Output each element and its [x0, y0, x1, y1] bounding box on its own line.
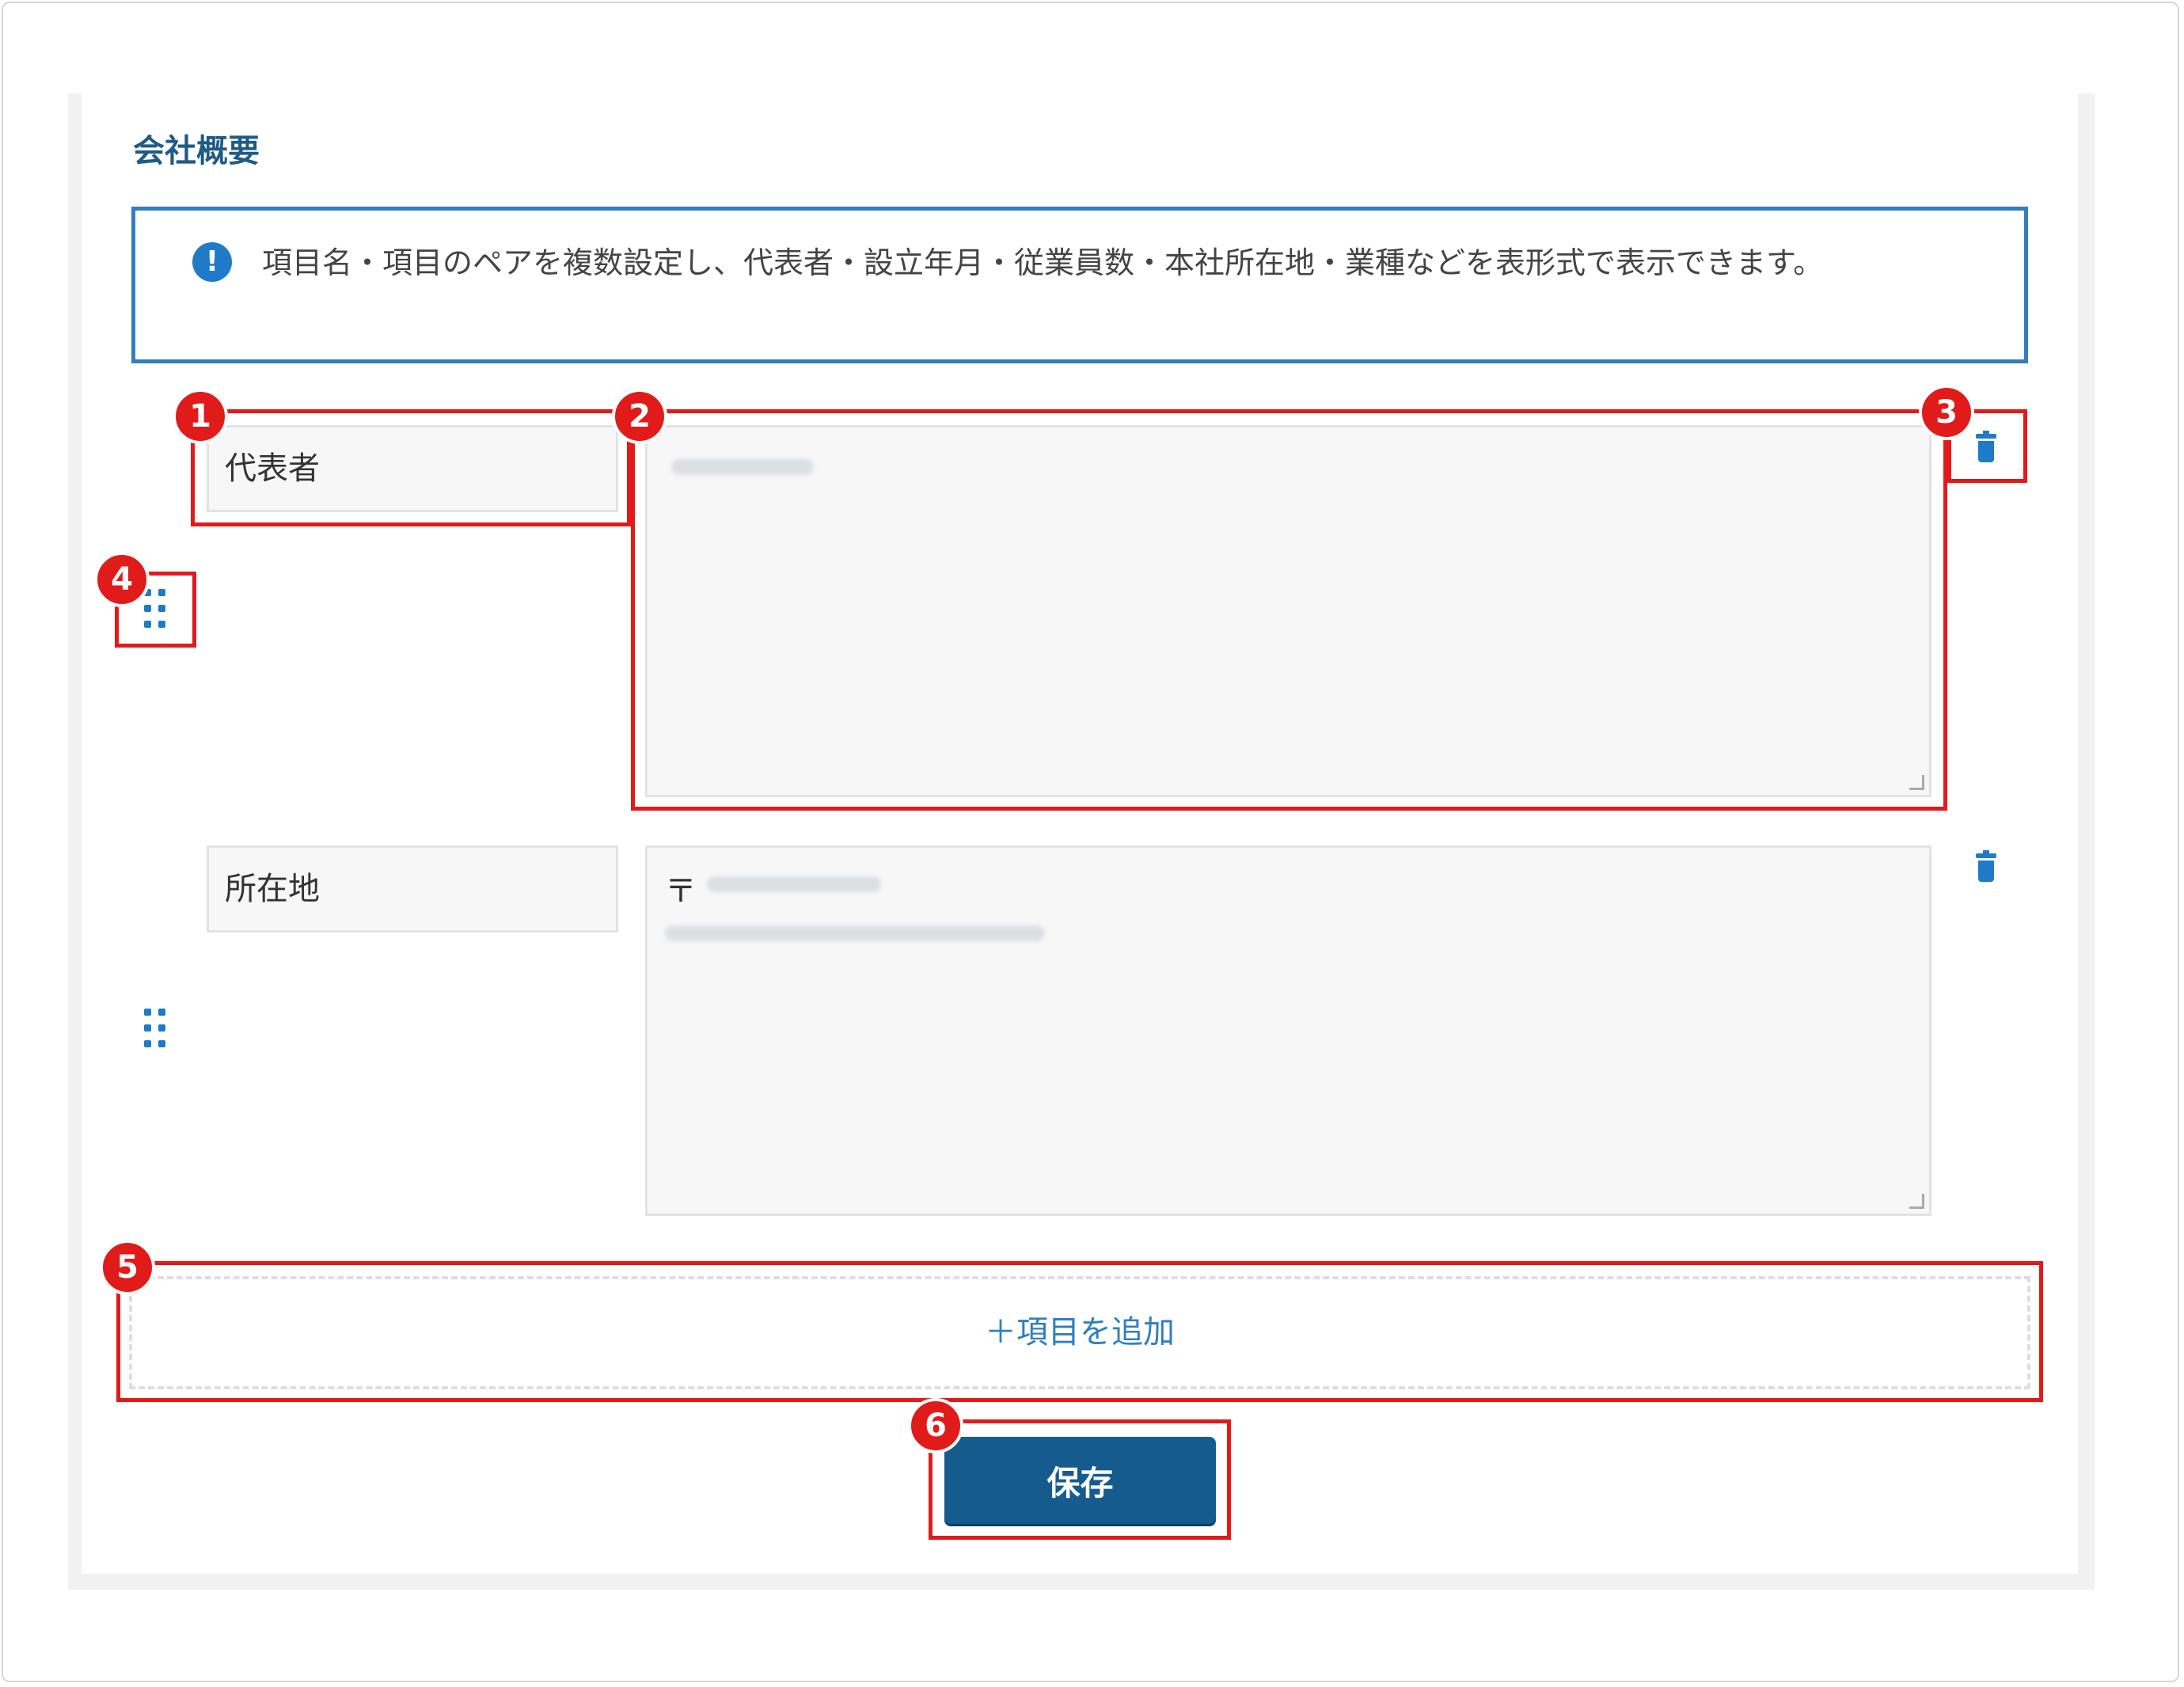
exclamation-circle-icon: ! [192, 242, 232, 282]
annotation-box-2 [631, 409, 1947, 811]
info-notice: ! 項目名・項目のペアを複数設定し、代表者・設立年月・従業員数・本社所在地・業種… [131, 207, 2028, 363]
trash-icon[interactable] [1976, 850, 1996, 882]
annotation-box-6 [929, 1419, 1231, 1540]
section-title: 会社概要 [133, 133, 260, 169]
resize-handle[interactable] [1909, 1194, 1924, 1209]
postal-mark: 〒 [665, 873, 697, 910]
annotation-badge: 6 [908, 1398, 963, 1453]
annotation-box-1 [191, 409, 631, 526]
blurred-value [707, 876, 881, 892]
drag-handle-icon[interactable] [144, 1009, 173, 1053]
blurred-value [665, 925, 1045, 941]
annotation-box-5 [116, 1261, 2043, 1402]
item-value-textarea[interactable]: 〒 [645, 845, 1931, 1216]
annotation-badge: 2 [612, 389, 667, 444]
annotation-badge: 4 [94, 552, 150, 607]
annotation-badge: 5 [100, 1240, 155, 1295]
notice-text: 項目名・項目のペアを複数設定し、代表者・設立年月・従業員数・本社所在地・業種など… [262, 245, 1824, 280]
item-name-field[interactable]: 所在地 [207, 845, 618, 933]
annotation-badge: 1 [173, 389, 228, 444]
annotation-badge: 3 [1919, 385, 1974, 440]
